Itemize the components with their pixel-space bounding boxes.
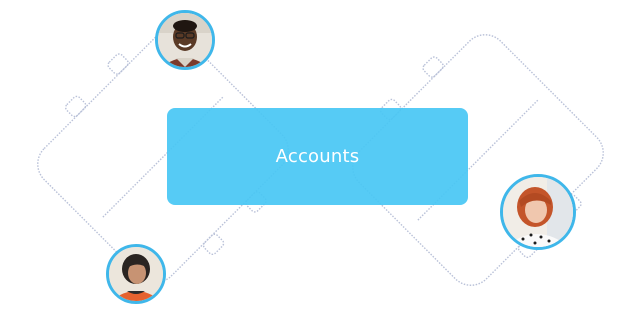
avatar-woman-dark-hair <box>106 244 166 304</box>
accounts-button[interactable]: Accounts <box>167 108 468 205</box>
stage: Accounts <box>0 0 638 311</box>
man-portrait-icon <box>158 13 212 67</box>
woman-portrait-icon <box>109 247 163 301</box>
red-hair-woman-portrait-icon <box>503 177 573 247</box>
avatar-woman-red-hair <box>500 174 576 250</box>
avatar-man-glasses <box>155 10 215 70</box>
